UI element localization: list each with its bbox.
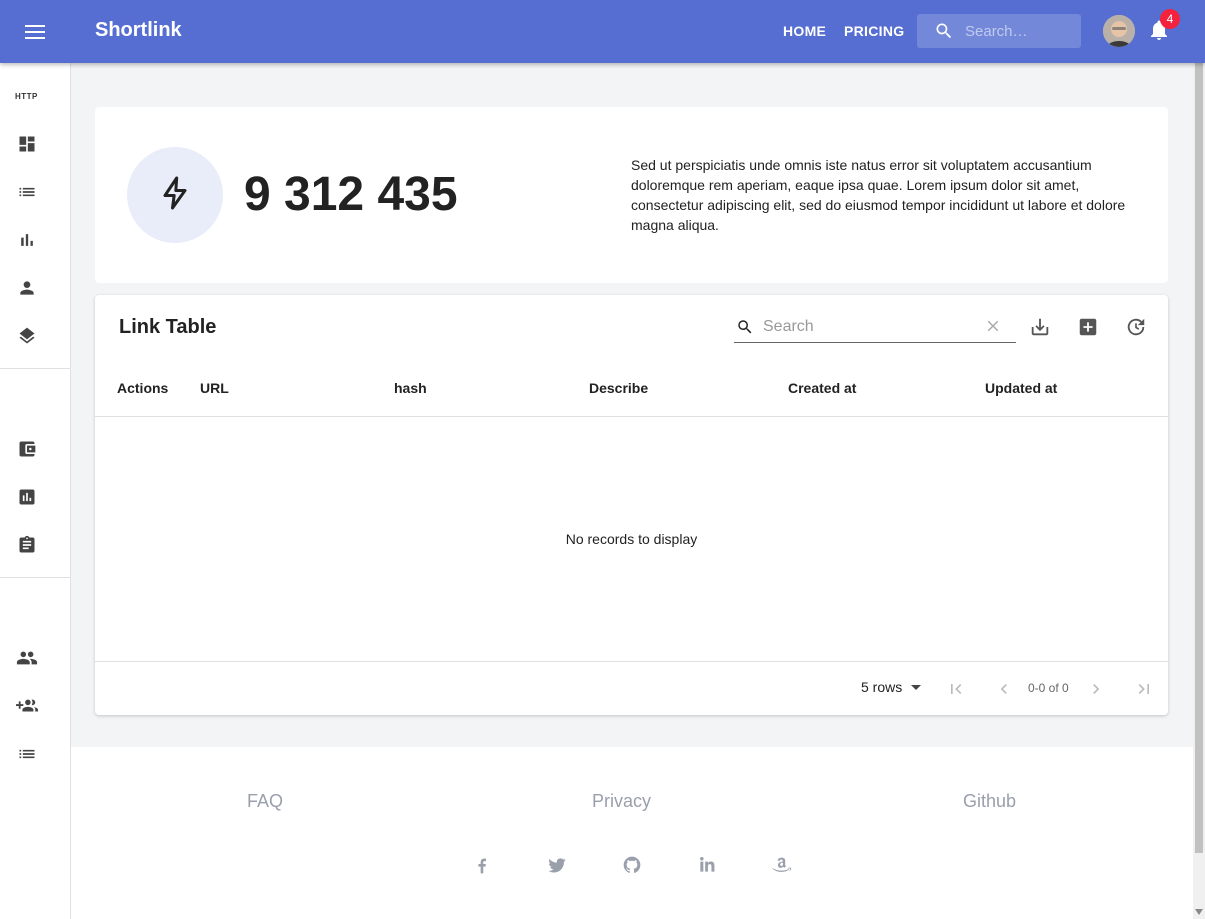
nav-home-link[interactable]: HOME — [783, 23, 826, 39]
group-add-icon[interactable] — [15, 694, 39, 718]
sidebar-section-label: HTTP — [15, 92, 38, 101]
column-header-url[interactable]: URL — [200, 380, 229, 396]
add-box-icon[interactable] — [1076, 315, 1100, 339]
bar-chart-icon[interactable] — [15, 228, 39, 252]
sidebar-divider — [0, 368, 70, 369]
stat-description: Sed ut perspiciatis unde omnis iste natu… — [631, 157, 1126, 233]
stat-icon-circle — [127, 147, 223, 243]
person-icon[interactable] — [15, 276, 39, 300]
stat-card: 9 312 435 Sed ut perspiciatis unde omnis… — [95, 107, 1168, 283]
wallet-icon[interactable] — [15, 437, 39, 461]
sidebar: HTTP — [0, 63, 71, 919]
page-footer: FAQ Privacy Github — [71, 747, 1193, 919]
table-search — [734, 312, 1016, 343]
people-icon[interactable] — [15, 646, 39, 670]
page-scrollbar[interactable] — [1193, 63, 1205, 919]
clear-icon[interactable] — [984, 317, 1002, 340]
footer-divider — [95, 661, 1168, 662]
stat-value: 9 312 435 — [244, 168, 458, 221]
rows-per-page-value: 5 rows — [861, 679, 903, 695]
linkedin-icon[interactable] — [695, 853, 719, 877]
column-header-created-at[interactable]: Created at — [788, 380, 856, 396]
assignment-icon[interactable] — [15, 533, 39, 557]
menu-icon[interactable] — [20, 17, 50, 47]
sidebar-divider — [0, 577, 70, 578]
header-divider — [95, 416, 1168, 417]
column-header-hash[interactable]: hash — [394, 380, 427, 396]
facebook-icon[interactable] — [470, 853, 494, 877]
footer-link-github[interactable]: Github — [963, 791, 1016, 812]
pagination-range: 0-0 of 0 — [1028, 681, 1069, 695]
avatar[interactable] — [1103, 15, 1135, 47]
amazon-icon[interactable] — [770, 853, 794, 877]
assessment-icon[interactable] — [15, 485, 39, 509]
dashboard-icon[interactable] — [15, 132, 39, 156]
empty-message: No records to display — [565, 531, 698, 547]
nav-pricing-link[interactable]: PRICING — [844, 23, 904, 39]
first-page-icon[interactable] — [944, 677, 968, 701]
scroll-down-arrow-icon[interactable] — [1193, 905, 1205, 919]
table-title: Link Table — [119, 316, 217, 338]
column-header-updated-at[interactable]: Updated at — [985, 380, 1057, 396]
list-icon[interactable] — [15, 180, 39, 204]
github-icon[interactable] — [620, 853, 644, 877]
appbar-search — [917, 14, 1081, 48]
appbar-search-input[interactable] — [965, 14, 1075, 48]
column-header-actions: Actions — [117, 380, 169, 396]
refresh-icon[interactable] — [1124, 315, 1148, 339]
layers-icon[interactable] — [15, 324, 39, 348]
scrollbar-thumb[interactable] — [1195, 63, 1203, 853]
footer-link-privacy[interactable]: Privacy — [592, 791, 651, 812]
rows-per-page-select[interactable]: 5 rows — [861, 679, 922, 695]
list-icon[interactable] — [15, 742, 39, 766]
last-page-icon[interactable] — [1132, 677, 1156, 701]
link-table-card: Link Table Actions URL hash Describe Cre… — [95, 295, 1168, 715]
previous-page-icon[interactable] — [992, 677, 1016, 701]
table-search-input[interactable] — [763, 314, 973, 340]
twitter-icon[interactable] — [545, 853, 569, 877]
lightning-icon — [155, 173, 195, 218]
next-page-icon[interactable] — [1084, 677, 1108, 701]
search-icon — [736, 318, 754, 341]
dropdown-arrow-icon — [910, 679, 922, 695]
footer-link-faq[interactable]: FAQ — [247, 791, 283, 812]
column-header-describe[interactable]: Describe — [589, 380, 648, 396]
download-icon[interactable] — [1028, 315, 1052, 339]
search-icon — [934, 21, 954, 46]
notification-badge: 4 — [1160, 9, 1180, 29]
app-bar: Shortlink HOME PRICING 4 — [0, 0, 1205, 63]
app-title: Shortlink — [95, 19, 182, 41]
